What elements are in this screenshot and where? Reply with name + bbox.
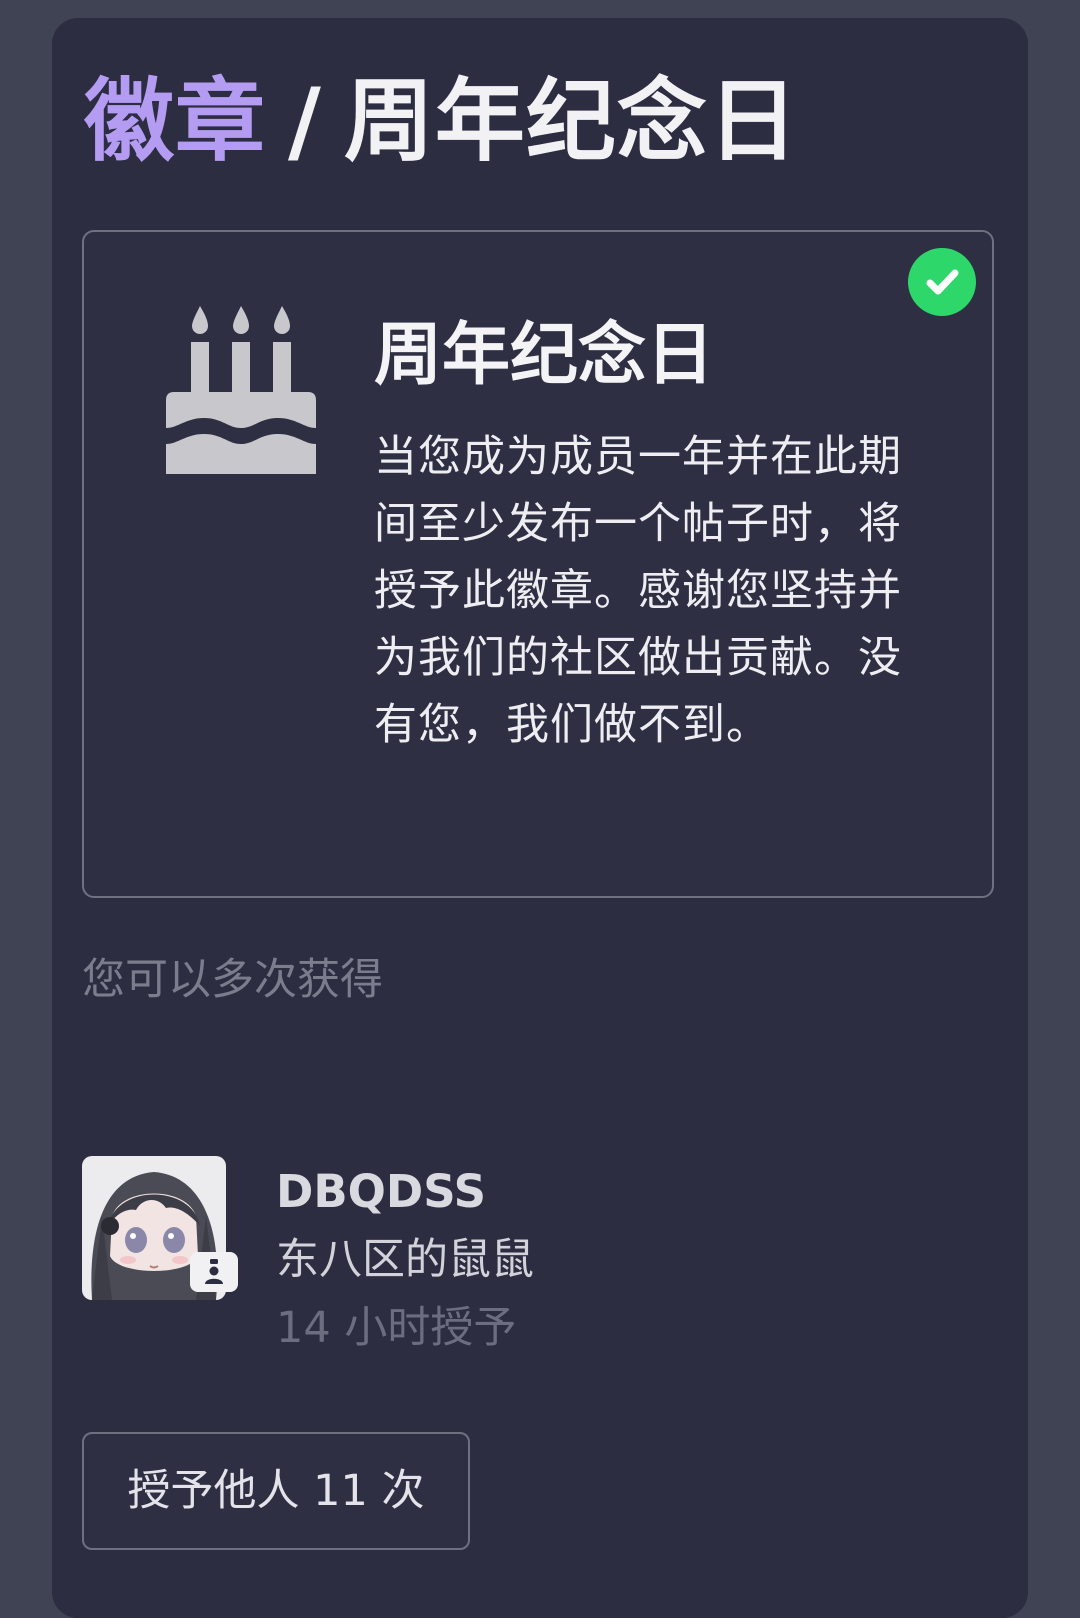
page-title: 徽章 / 周年纪念日	[84, 62, 799, 182]
badge-description: 当您成为成员一年并在此期间至少发布一个帖子时，将授予此徽章。感谢您坚持并为我们的…	[374, 432, 902, 750]
repeat-note: 您可以多次获得	[82, 955, 383, 1005]
badge-card: 周年纪念日 当您成为成员一年并在此期间至少发布一个帖子时，将授予此徽章。感谢您坚…	[82, 230, 994, 898]
user-name-link[interactable]: DBQDSS	[276, 1162, 486, 1222]
birthday-cake-icon	[166, 306, 316, 474]
badge-name: 周年纪念日	[374, 316, 715, 395]
grant-list-item: DBQDSS 东八区的鼠鼠 14 小时授予	[82, 1156, 962, 1356]
breadcrumb-current: 周年纪念日	[343, 69, 799, 174]
granted-others-button[interactable]: 授予他人 11 次	[82, 1432, 470, 1550]
breadcrumb-badges-link[interactable]: 徽章	[84, 69, 266, 174]
user-card-icon	[190, 1252, 238, 1292]
badge-panel: 徽章 / 周年纪念日 周年纪念日 当您成为成员一年并在此期间至少发布一个帖子时，将授…	[52, 18, 1028, 1618]
user-title: 东八区的鼠鼠	[276, 1235, 534, 1285]
check-circle-icon	[908, 248, 976, 316]
breadcrumb-separator: /	[288, 69, 322, 174]
grant-time: 14 小时授予	[276, 1303, 517, 1353]
user-avatar[interactable]	[82, 1156, 238, 1300]
